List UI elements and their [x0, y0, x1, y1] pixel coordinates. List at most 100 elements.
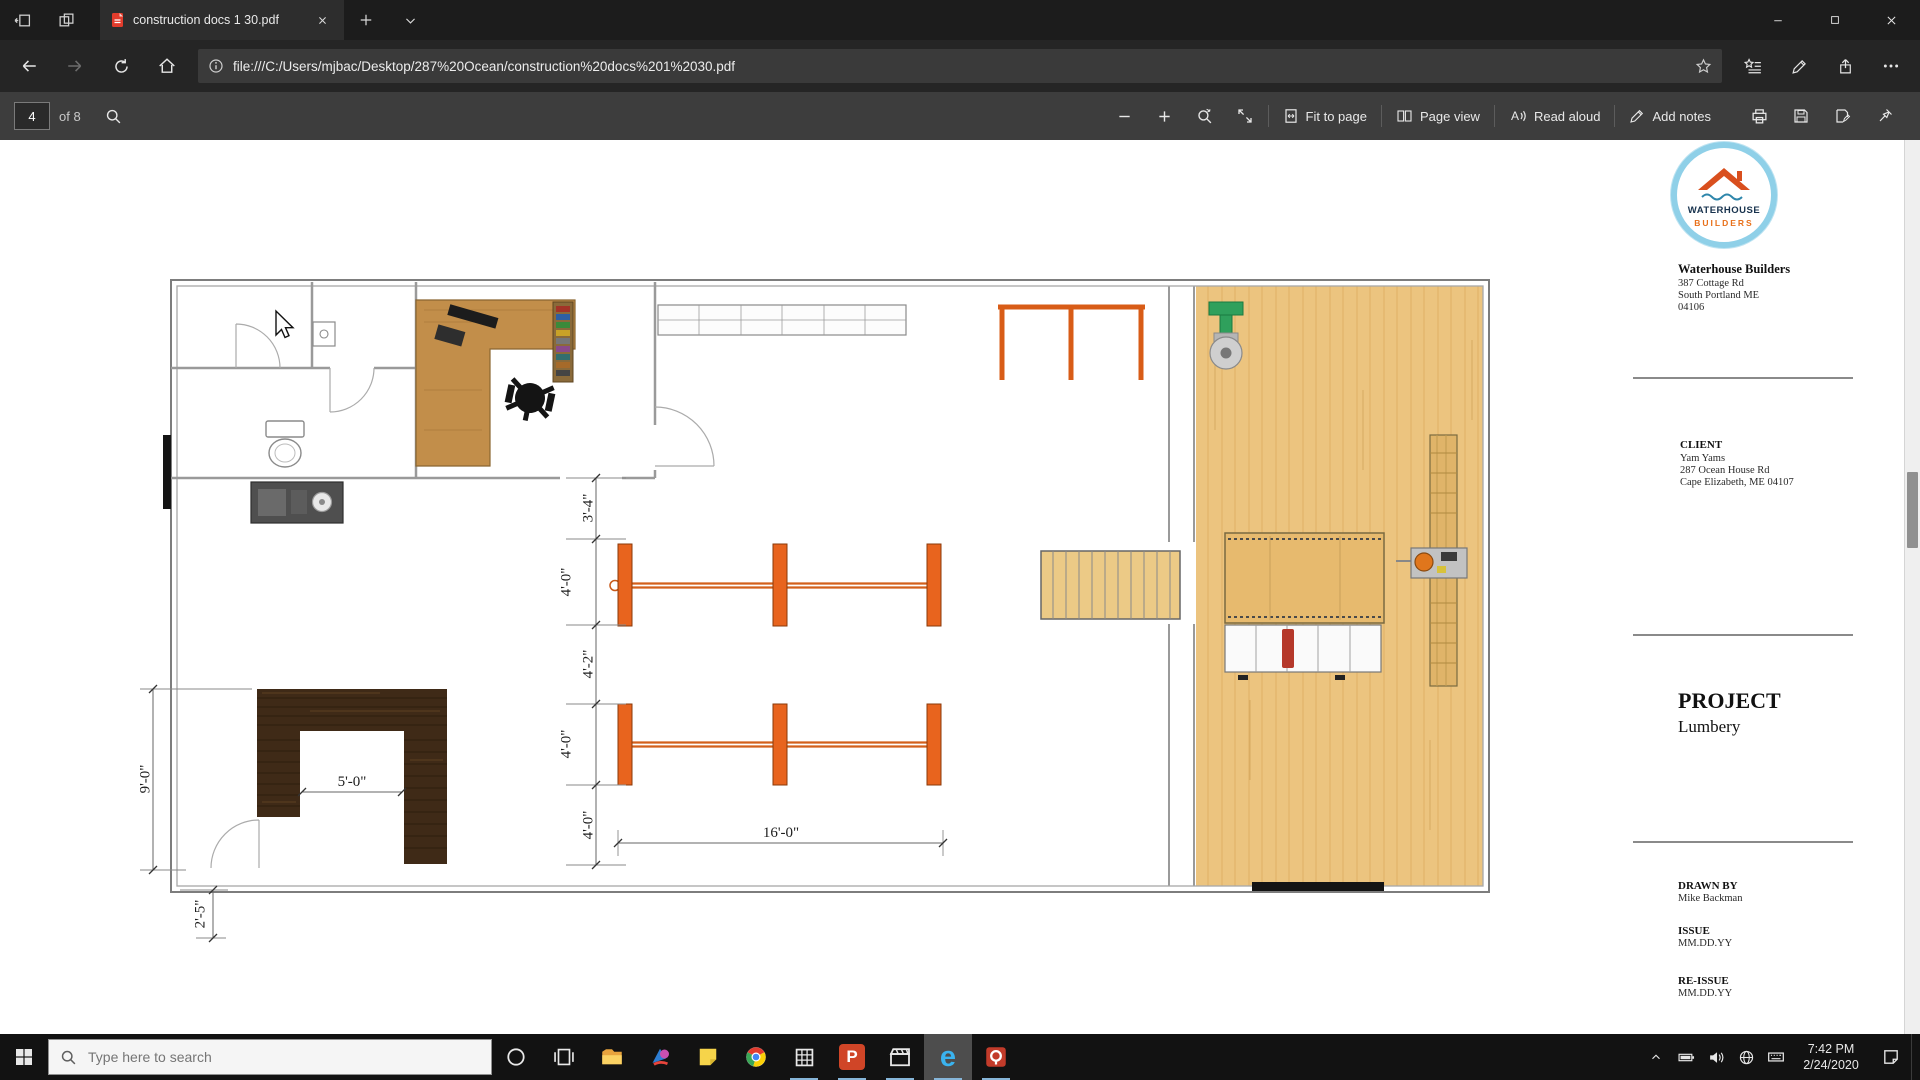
tabs-preview-button[interactable] — [44, 0, 88, 40]
powerpoint-button[interactable]: P — [828, 1034, 876, 1080]
dim-label: 2'-5" — [192, 900, 208, 929]
network-tray-icon[interactable] — [1731, 1034, 1761, 1080]
fullscreen-button[interactable] — [1225, 100, 1265, 132]
settings-more-button[interactable] — [1868, 46, 1914, 86]
forward-button[interactable] — [52, 46, 98, 86]
zoom-reset-button[interactable] — [1185, 100, 1225, 132]
page-view-icon — [1397, 110, 1412, 122]
dust-collector — [1208, 301, 1244, 370]
zoom-in-button[interactable] — [1145, 100, 1185, 132]
pdf-center-tools: Fit to page Page view A Read aloud Add n… — [1105, 100, 1722, 132]
logo-subname: BUILDERS — [1694, 218, 1753, 228]
back-button[interactable] — [6, 46, 52, 86]
scrollbar-thumb[interactable] — [1907, 472, 1918, 548]
taskbar-clock[interactable]: 7:42 PM 2/24/2020 — [1791, 1041, 1871, 1074]
edge-button[interactable]: e — [924, 1034, 972, 1080]
save-as-button[interactable] — [1822, 100, 1864, 132]
client-address-2: Cape Elizabeth, ME 04107 — [1680, 477, 1794, 488]
close-window-button[interactable] — [1863, 0, 1920, 40]
browser-title-bar: construction docs 1 30.pdf — [0, 0, 1920, 40]
wall-fixture — [312, 321, 336, 347]
url-text: file:///C:/Users/mjbac/Desktop/287%20Oce… — [233, 58, 736, 74]
task-view-icon — [554, 1048, 574, 1066]
set-tabs-aside-button[interactable] — [0, 0, 44, 40]
speaker-icon — [1709, 1051, 1723, 1063]
pdf-file-icon — [112, 13, 123, 27]
sticky-notes-button[interactable] — [684, 1034, 732, 1080]
taskbar-search-box[interactable] — [48, 1039, 492, 1075]
new-tab-button[interactable] — [344, 0, 388, 40]
tab-list-chevron-button[interactable] — [388, 0, 432, 40]
pin-toolbar-button[interactable] — [1864, 100, 1906, 132]
file-explorer-button[interactable] — [588, 1034, 636, 1080]
spreadsheet-app-button[interactable] — [780, 1034, 828, 1080]
zoom-out-button[interactable] — [1105, 100, 1145, 132]
pdf-page[interactable]: 3'-4" 4'-0" 4'-2" 4'-0" 4'-0" 16'-0" 9'-… — [0, 140, 1920, 1034]
battery-tray-icon[interactable] — [1671, 1034, 1701, 1080]
start-button[interactable] — [0, 1034, 48, 1080]
pdf-app-button[interactable] — [972, 1034, 1020, 1080]
chrome-button[interactable] — [732, 1034, 780, 1080]
add-notes-button[interactable]: Add notes — [1618, 100, 1722, 132]
toolbar-separator — [1493, 105, 1495, 127]
windows-taskbar: P e 7:42 — [0, 1034, 1920, 1080]
volume-tray-icon[interactable] — [1701, 1034, 1731, 1080]
home-button[interactable] — [144, 46, 190, 86]
page-number-input[interactable]: 4 — [14, 102, 50, 130]
task-view-button[interactable] — [540, 1034, 588, 1080]
page-view-button[interactable]: Page view — [1385, 100, 1491, 132]
tab-close-button[interactable] — [310, 8, 334, 32]
page-info-icon[interactable] — [208, 58, 224, 74]
tray-overflow-button[interactable] — [1641, 1034, 1671, 1080]
reissue-date: MM.DD.YY — [1678, 988, 1733, 999]
printer-icon — [1751, 108, 1767, 124]
maximize-button[interactable] — [1806, 0, 1863, 40]
svg-text:A: A — [1511, 109, 1519, 123]
cortana-button[interactable] — [492, 1034, 540, 1080]
titlebar-drag-area — [432, 0, 1749, 40]
wall-segment — [1252, 882, 1384, 891]
search-input[interactable] — [86, 1048, 480, 1066]
fit-to-page-button[interactable]: Fit to page — [1272, 100, 1378, 132]
dim-label: 4'-0" — [558, 730, 574, 759]
save-button[interactable] — [1780, 100, 1822, 132]
add-favorite-star-icon[interactable] — [1695, 58, 1712, 75]
address-bar[interactable]: file:///C:/Users/mjbac/Desktop/287%20Oce… — [198, 49, 1722, 83]
browser-tab[interactable]: construction docs 1 30.pdf — [100, 0, 344, 40]
read-aloud-button[interactable]: A Read aloud — [1498, 100, 1612, 132]
fit-to-page-icon — [1284, 109, 1297, 123]
company-address-3: 04106 — [1678, 302, 1704, 313]
hub-favorites-button[interactable] — [1730, 46, 1776, 86]
touch-keyboard-tray-icon[interactable] — [1761, 1034, 1791, 1080]
maximize-icon — [1830, 16, 1839, 24]
pdf-content-area: 3'-4" 4'-0" 4'-2" 4'-0" 4'-0" 16'-0" 9'-… — [0, 140, 1920, 1034]
logo-name: WATERHOUSE — [1688, 205, 1760, 216]
share-button[interactable] — [1822, 46, 1868, 86]
pdf-right-tools — [1738, 100, 1906, 132]
movies-app-button[interactable] — [876, 1034, 924, 1080]
plus-icon — [1159, 110, 1170, 122]
show-desktop-button[interactable] — [1911, 1034, 1920, 1080]
dim-label: 16'-0" — [763, 825, 799, 841]
search-icon — [107, 109, 121, 123]
close-icon — [318, 16, 326, 24]
drawn-by-name: Mike Backman — [1678, 893, 1743, 904]
home-icon — [159, 58, 175, 73]
paint-3d-button[interactable] — [636, 1034, 684, 1080]
save-as-icon — [1836, 109, 1851, 123]
add-notes-pen-icon — [1630, 109, 1644, 123]
minimize-icon — [1773, 20, 1782, 22]
system-tray: 7:42 PM 2/24/2020 — [1641, 1034, 1920, 1080]
read-aloud-icon: A — [1511, 109, 1526, 123]
ellipsis-icon — [1883, 64, 1899, 68]
client-name: Yam Yams — [1680, 453, 1725, 464]
fit-to-page-label: Fit to page — [1305, 108, 1367, 124]
annotate-button[interactable] — [1776, 46, 1822, 86]
vertical-scrollbar[interactable] — [1904, 140, 1920, 1034]
print-button[interactable] — [1738, 100, 1780, 132]
desktop-screen: construction docs 1 30.pdf file:///C:/Us… — [0, 0, 1920, 1080]
minimize-button[interactable] — [1749, 0, 1806, 40]
refresh-button[interactable] — [98, 46, 144, 86]
find-in-document-button[interactable] — [97, 108, 131, 125]
action-center-button[interactable] — [1871, 1034, 1911, 1080]
